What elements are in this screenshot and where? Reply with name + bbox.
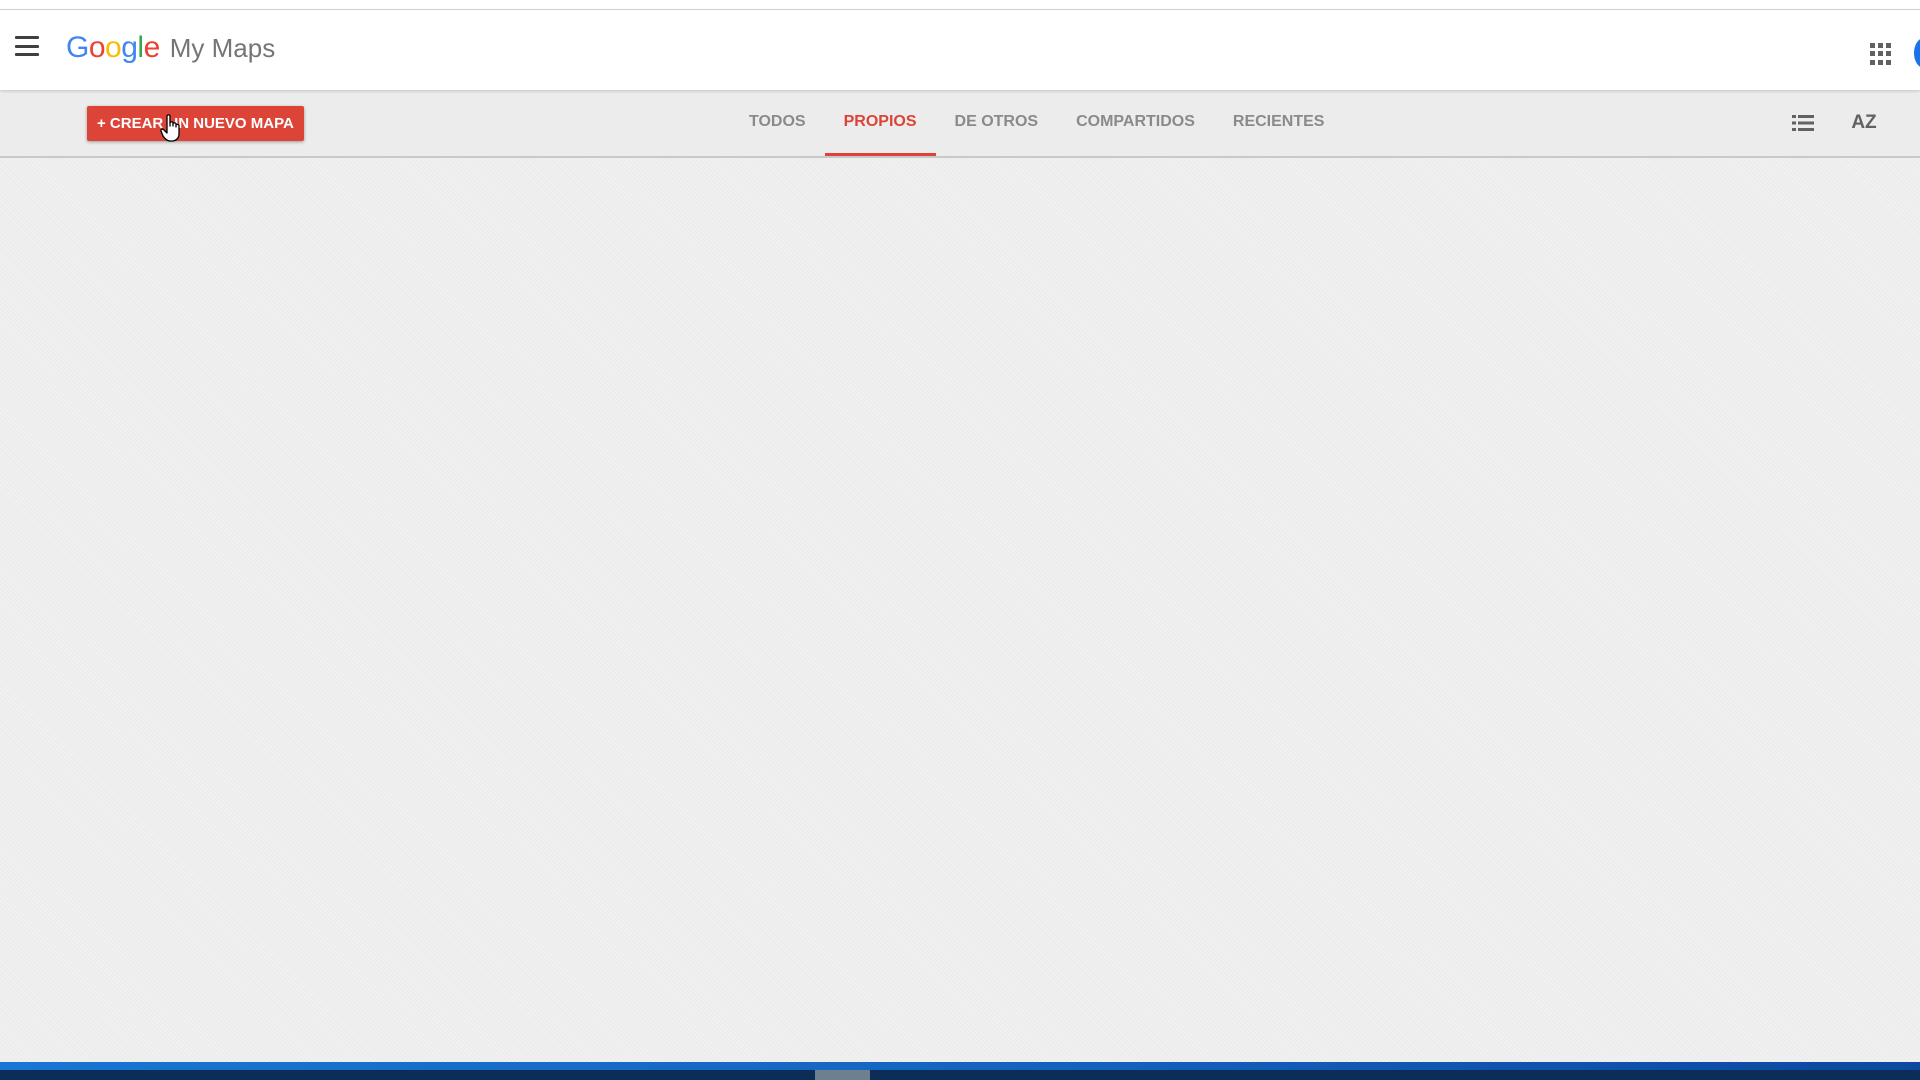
tab-propios[interactable]: PROPIOS <box>824 90 936 156</box>
hamburger-line <box>15 53 39 56</box>
google-logo: Google <box>66 31 160 65</box>
tab-compartidos[interactable]: COMPARTIDOS <box>1057 90 1214 156</box>
hamburger-line <box>15 44 39 48</box>
apps-grid-icon[interactable] <box>1870 43 1892 65</box>
app-header: Google My Maps <box>0 10 1920 90</box>
logo-letter: e <box>143 31 161 64</box>
sort-az-icon[interactable]: AZ <box>1850 110 1878 136</box>
list-view-icon[interactable] <box>1792 114 1814 132</box>
product-name: My Maps <box>169 33 276 63</box>
tab-de-otros[interactable]: DE OTROS <box>936 90 1058 156</box>
bottom-bar <box>0 1062 1920 1080</box>
tab-recientes[interactable]: RECIENTES <box>1214 90 1344 156</box>
scroll-thumb[interactable] <box>815 1070 870 1080</box>
hamburger-menu-icon[interactable] <box>15 36 39 56</box>
avatar[interactable] <box>1914 38 1920 68</box>
maps-list-area <box>0 158 1920 1062</box>
create-new-map-button[interactable]: + CREAR UN NUEVO MAPA <box>87 106 304 141</box>
browser-top-strip <box>0 0 1920 10</box>
hand-cursor-icon <box>160 114 182 142</box>
logo-letter: o <box>88 31 106 64</box>
scroll-track <box>0 1070 1920 1080</box>
maps-toolbar: + CREAR UN NUEVO MAPA TODOS PROPIOS DE O… <box>0 90 1920 158</box>
logo-letter: o <box>105 31 122 64</box>
logo-letter: G <box>66 31 89 64</box>
filter-tabs: TODOS PROPIOS DE OTROS COMPARTIDOS RECIE… <box>730 90 1343 156</box>
logo-letter: g <box>121 31 138 64</box>
app-logo[interactable]: Google My Maps <box>66 31 275 71</box>
hamburger-line <box>15 36 39 39</box>
tab-todos[interactable]: TODOS <box>730 90 825 156</box>
